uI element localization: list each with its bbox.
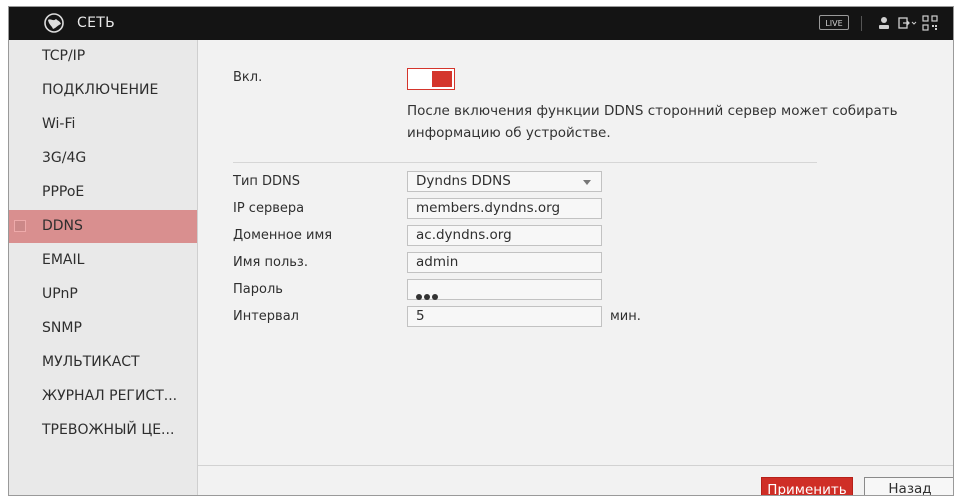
server-ip-input[interactable]: members.dyndns.org	[407, 198, 602, 219]
sidebar-item-label: Wi-Fi	[42, 116, 76, 132]
section-divider	[233, 162, 817, 163]
sidebar-item-tcpip[interactable]: TCP/IP	[9, 40, 197, 73]
interval-input[interactable]: 5	[407, 306, 602, 327]
sidebar-item-alarm-center[interactable]: ТРЕВОЖНЫЙ ЦЕ...	[9, 414, 197, 447]
ddns-type-label: Тип DDNS	[233, 174, 301, 189]
sidebar-item-label: EMAIL	[42, 252, 85, 268]
sidebar-item-3g4g[interactable]: 3G/4G	[9, 142, 197, 175]
password-label: Пароль	[233, 282, 283, 297]
password-input[interactable]	[407, 279, 602, 300]
interval-unit-label: мин.	[610, 309, 641, 324]
settings-window: СЕТЬ LIVE TCP/IP ПОДКЛЮЧЕНИЕ Wi-Fi 3G/4G…	[8, 6, 954, 496]
server-ip-label: IP сервера	[233, 201, 305, 216]
back-button[interactable]: Назад	[864, 477, 953, 495]
sidebar-item-connection[interactable]: ПОДКЛЮЧЕНИЕ	[9, 74, 197, 107]
username-input[interactable]: admin	[407, 252, 602, 273]
apply-button[interactable]: Применить	[761, 477, 853, 495]
ddns-settings-panel: Вкл. После включения функции DDNS сторон…	[198, 40, 953, 495]
chevron-right-icon	[14, 220, 26, 232]
sidebar-item-label: ЖУРНАЛ РЕГИСТ...	[42, 388, 178, 404]
sidebar-item-label: UPnP	[42, 286, 78, 302]
sidebar-item-multicast[interactable]: МУЛЬТИКАСТ	[9, 346, 197, 379]
sidebar-item-snmp[interactable]: SNMP	[9, 312, 197, 345]
sidebar-item-register-log[interactable]: ЖУРНАЛ РЕГИСТ...	[9, 380, 197, 413]
sidebar-item-email[interactable]: EMAIL	[9, 244, 197, 277]
password-mask	[416, 287, 440, 306]
toggle-knob	[432, 71, 452, 87]
ddns-type-value: Dyndns DDNS	[416, 173, 511, 189]
sidebar-item-label: PPPoE	[42, 184, 85, 200]
sidebar-item-label: ПОДКЛЮЧЕНИЕ	[42, 82, 159, 98]
chevron-down-icon	[583, 180, 591, 185]
titlebar-divider	[861, 16, 862, 31]
username-label: Имя польз.	[233, 255, 308, 270]
sidebar-item-label: DDNS	[42, 218, 83, 234]
sidebar-item-label: 3G/4G	[42, 150, 87, 166]
sidebar-item-label: МУЛЬТИКАСТ	[42, 354, 140, 370]
sidebar-item-label: TCP/IP	[42, 48, 86, 64]
title-bar: СЕТЬ LIVE	[9, 7, 953, 40]
logout-icon[interactable]	[897, 15, 917, 31]
sidebar-menu: TCP/IP ПОДКЛЮЧЕНИЕ Wi-Fi 3G/4G PPPoE DDN…	[9, 40, 198, 495]
sidebar-item-label: ТРЕВОЖНЫЙ ЦЕ...	[42, 422, 175, 438]
ddns-enable-toggle[interactable]	[407, 68, 455, 90]
sidebar-item-upnp[interactable]: UPnP	[9, 278, 197, 311]
globe-icon	[44, 13, 64, 33]
ddns-type-select[interactable]: Dyndns DDNS	[407, 171, 602, 192]
sidebar-item-ddns[interactable]: DDNS	[9, 210, 197, 243]
sidebar-item-label: SNMP	[42, 320, 82, 336]
ddns-notice-text: После включения функции DDNS сторонний с…	[407, 103, 898, 141]
interval-label: Интервал	[233, 309, 299, 324]
page-title: СЕТЬ	[77, 15, 115, 31]
qr-code-icon[interactable]	[922, 15, 938, 31]
footer-divider	[198, 465, 953, 466]
live-button[interactable]: LIVE	[819, 15, 849, 30]
user-icon[interactable]	[876, 15, 892, 31]
domain-name-input[interactable]: ac.dyndns.org	[407, 225, 602, 246]
enable-label: Вкл.	[233, 70, 263, 85]
sidebar-item-pppoe[interactable]: PPPoE	[9, 176, 197, 209]
sidebar-item-wifi[interactable]: Wi-Fi	[9, 108, 197, 141]
domain-name-label: Доменное имя	[233, 228, 333, 243]
